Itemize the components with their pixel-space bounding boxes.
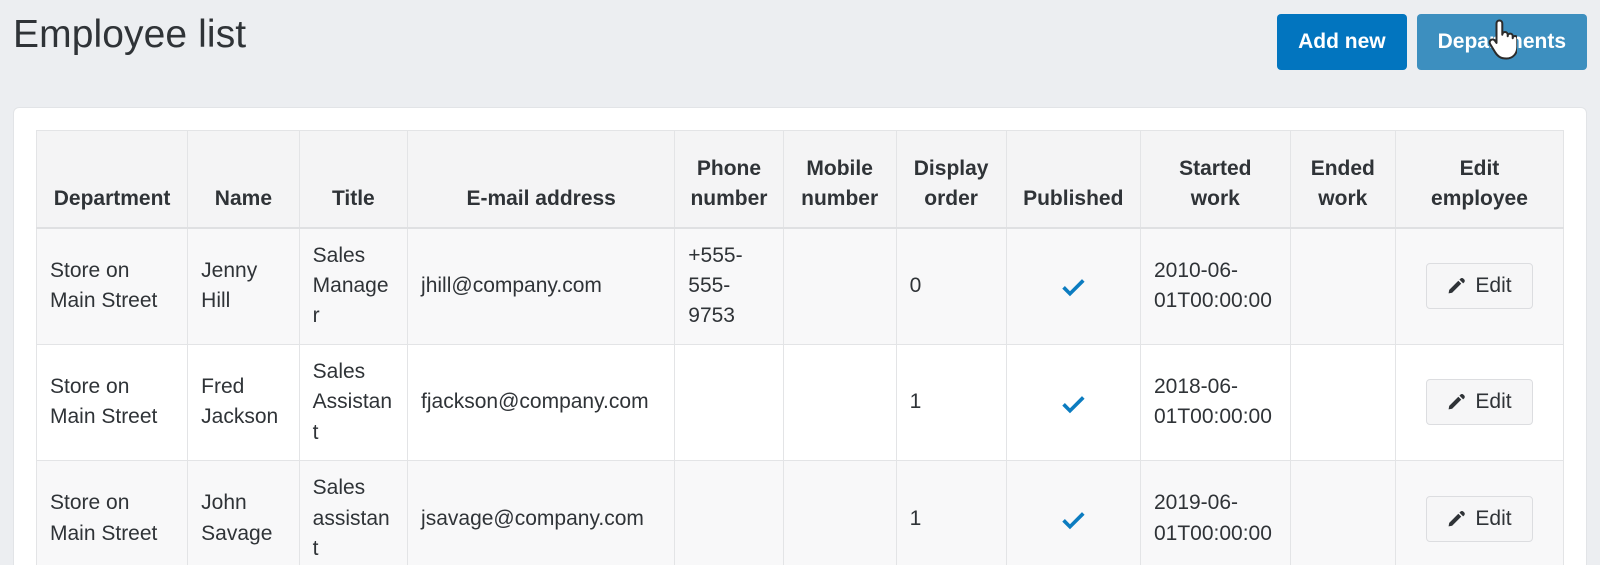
cell-phone-number: +555-555-9753 xyxy=(674,227,784,345)
cell-name: Fred Jackson xyxy=(187,343,300,462)
cell-ended-work xyxy=(1289,227,1396,345)
edit-employee-button[interactable]: Edit xyxy=(1426,495,1533,542)
edit-button-label: Edit xyxy=(1475,390,1512,414)
cell-display-order: 1 xyxy=(895,460,1007,565)
cell-started-work: 2010-06-01T00:00:00 xyxy=(1139,227,1291,345)
cell-display-order: 1 xyxy=(895,343,1007,462)
cell-display-order: 0 xyxy=(895,227,1007,345)
cell-name: John Savage xyxy=(187,460,300,565)
cell-department: Store on Main Street xyxy=(35,227,189,345)
check-icon xyxy=(1060,273,1086,299)
cell-email: jhill@company.com xyxy=(407,227,676,345)
page-header: Employee list Add new Departments xyxy=(0,0,1600,107)
employee-list-page: Employee list Add new Departments Depart… xyxy=(0,0,1600,565)
header-actions: Add new Departments xyxy=(1277,0,1587,70)
edit-employee-button[interactable]: Edit xyxy=(1426,263,1533,310)
cell-started-work: 2019-06-01T00:00:00 xyxy=(1139,460,1291,565)
cell-edit-employee: Edit xyxy=(1394,227,1565,345)
page-title: Employee list xyxy=(13,13,247,56)
column-header-email[interactable]: E-mail address xyxy=(407,130,676,229)
column-header-display-order[interactable]: Display order xyxy=(895,130,1007,229)
column-header-started-work[interactable]: Started work xyxy=(1139,130,1291,229)
edit-button-label: Edit xyxy=(1475,274,1512,298)
cell-phone-number xyxy=(674,343,784,462)
column-header-department[interactable]: Department xyxy=(35,130,189,229)
table-row: Store on Main Street Jenny Hill Sales Mana… xyxy=(35,227,1565,345)
table-header-row: Department Name Title E-mail address Pho… xyxy=(35,130,1565,229)
cell-ended-work xyxy=(1289,460,1396,565)
cell-published xyxy=(1005,343,1141,462)
cell-name: Jenny Hill xyxy=(187,227,300,345)
cell-email: fjackson@company.com xyxy=(407,343,676,462)
cell-mobile-number xyxy=(782,343,897,462)
pencil-icon xyxy=(1447,276,1466,295)
cell-started-work: 2018-06-01T00:00:00 xyxy=(1139,343,1291,462)
column-header-edit-employee[interactable]: Edit employee xyxy=(1394,130,1565,229)
cell-mobile-number xyxy=(782,227,897,345)
check-icon xyxy=(1060,390,1086,416)
cell-published xyxy=(1005,460,1141,565)
column-header-phone-number[interactable]: Phone number xyxy=(674,130,784,229)
cell-department: Store on Main Street xyxy=(35,343,189,462)
table-head: Department Name Title E-mail address Pho… xyxy=(35,130,1565,229)
edit-button-label: Edit xyxy=(1475,506,1512,530)
employee-list-card: Department Name Title E-mail address Pho… xyxy=(13,107,1587,565)
cell-title: Sales Assistant xyxy=(298,343,409,462)
column-header-name[interactable]: Name xyxy=(187,130,300,229)
cell-title: Sales Manager xyxy=(298,227,409,345)
table-body: Store on Main Street Jenny Hill Sales Mana… xyxy=(35,227,1565,565)
cell-edit-employee: Edit xyxy=(1394,343,1565,462)
cell-mobile-number xyxy=(782,460,897,565)
table-row: Store on Main Street John Savage Sales ass… xyxy=(35,460,1565,565)
employee-table: Department Name Title E-mail address Pho… xyxy=(35,130,1565,565)
cell-title: Sales assistant xyxy=(298,460,409,565)
cell-department: Store on Main Street xyxy=(35,460,189,565)
column-header-ended-work[interactable]: Ended work xyxy=(1289,130,1396,229)
cell-published xyxy=(1005,227,1141,345)
card-body: Department Name Title E-mail address Pho… xyxy=(14,108,1586,565)
pencil-icon xyxy=(1447,509,1466,528)
cell-edit-employee: Edit xyxy=(1394,460,1565,565)
table-row: Store on Main Street Fred Jackson Sales As… xyxy=(35,343,1565,462)
check-icon xyxy=(1060,506,1086,532)
cell-email: jsavage@company.com xyxy=(407,460,676,565)
column-header-published[interactable]: Published xyxy=(1005,130,1141,229)
pencil-icon xyxy=(1447,392,1466,411)
add-new-button[interactable]: Add new xyxy=(1277,14,1407,70)
cell-ended-work xyxy=(1289,343,1396,462)
departments-button[interactable]: Departments xyxy=(1416,14,1587,70)
cell-phone-number xyxy=(674,460,784,565)
edit-employee-button[interactable]: Edit xyxy=(1426,379,1533,426)
column-header-title[interactable]: Title xyxy=(298,130,409,229)
column-header-mobile-number[interactable]: Mobile number xyxy=(782,130,897,229)
